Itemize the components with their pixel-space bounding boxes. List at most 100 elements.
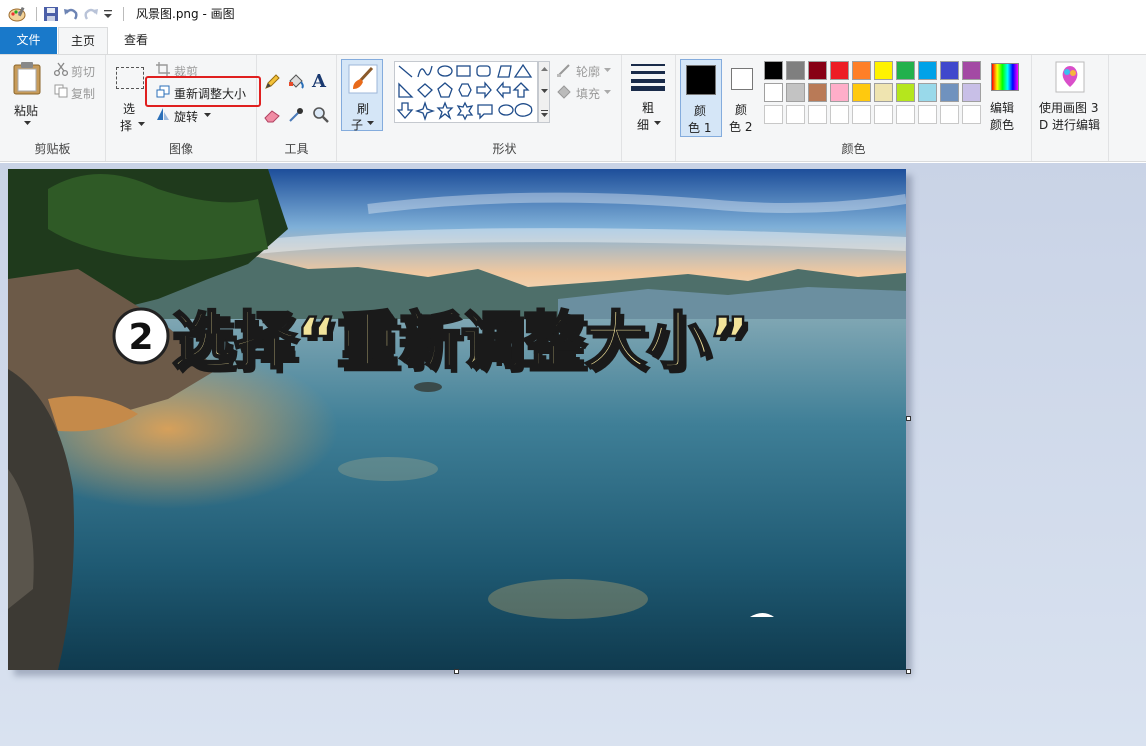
- select-button[interactable]: 选 择: [112, 61, 148, 133]
- shapes-gallery[interactable]: [394, 61, 538, 123]
- color-palette: [764, 61, 984, 127]
- color-swatch[interactable]: [918, 61, 937, 80]
- color-swatch[interactable]: [940, 105, 959, 124]
- copy-icon: [54, 84, 68, 98]
- clipboard-group-label: 剪贴板: [34, 142, 71, 156]
- color-swatch[interactable]: [808, 105, 827, 124]
- tools-group-label: 工具: [284, 142, 309, 156]
- tab-home[interactable]: 主页: [58, 27, 108, 55]
- separator: [36, 6, 37, 21]
- edit-with-paint3d-button[interactable]: 使用画图 3 D 进行编辑: [1034, 59, 1106, 133]
- copy-button[interactable]: 复制: [71, 85, 95, 102]
- image-group-label: 图像: [168, 142, 193, 156]
- color-swatch[interactable]: [764, 61, 783, 80]
- fill-bucket-icon[interactable]: [287, 73, 305, 91]
- landscape-image[interactable]: 2 选择“重新调整大小” 选择“重新调整大小”: [8, 169, 906, 670]
- tab-file[interactable]: 文件: [0, 27, 57, 54]
- fill-icon: [557, 85, 571, 99]
- tools-group: A 工具: [257, 55, 337, 161]
- select-label-line2: 择: [120, 119, 133, 133]
- color-swatch[interactable]: [786, 105, 805, 124]
- chevron-down-icon: [604, 90, 611, 94]
- color1-label-line2: 色 1: [688, 121, 712, 135]
- save-icon[interactable]: [43, 4, 59, 24]
- cut-button[interactable]: 剪切: [71, 63, 95, 80]
- color-swatch[interactable]: [764, 83, 783, 102]
- brushes-button[interactable]: 刷 子: [341, 59, 383, 132]
- color2-label-line2: 色 2: [729, 120, 753, 134]
- selection-icon: [116, 67, 144, 89]
- color2-label-line1: 颜: [735, 103, 748, 117]
- color-wheel-icon: [991, 63, 1019, 91]
- canvas-area[interactable]: 2 选择“重新调整大小” 选择“重新调整大小”: [0, 163, 1146, 746]
- resize-handle-bottom[interactable]: [454, 669, 459, 674]
- paint-app-icon[interactable]: [8, 4, 26, 24]
- resize-handle-corner[interactable]: [906, 669, 911, 674]
- magnifier-icon[interactable]: [312, 106, 330, 124]
- paste-label: 粘贴: [14, 104, 39, 118]
- ribbon-tabs: 文件 主页 查看: [0, 27, 1146, 55]
- customize-quick-access-icon[interactable]: [103, 4, 113, 24]
- edit-colors-label-line2: 颜色: [990, 118, 1015, 132]
- instruction-text: 选择“重新调整大小”: [172, 304, 750, 377]
- color1-swatch: [686, 65, 716, 95]
- resize-handle-right[interactable]: [906, 416, 911, 421]
- color-swatch[interactable]: [852, 61, 871, 80]
- color-swatch[interactable]: [764, 105, 783, 124]
- color-swatch[interactable]: [940, 83, 959, 102]
- rotate-icon: [157, 108, 169, 120]
- title-bar: 风景图.png - 画图: [0, 0, 1146, 27]
- instruction-overlay: 2 选择“重新调整大小” 选择“重新调整大小”: [112, 303, 755, 382]
- color-swatch[interactable]: [830, 83, 849, 102]
- color-swatch[interactable]: [852, 105, 871, 124]
- chevron-down-icon: [138, 122, 145, 126]
- size-button[interactable]: 粗 细: [626, 59, 672, 133]
- tab-view[interactable]: 查看: [112, 27, 160, 54]
- color-swatch[interactable]: [962, 105, 981, 124]
- redo-icon[interactable]: [83, 4, 99, 24]
- chevron-down-icon: [604, 68, 611, 72]
- color-swatch[interactable]: [962, 61, 981, 80]
- size-label-line1: 粗: [642, 101, 655, 115]
- undo-icon[interactable]: [63, 4, 79, 24]
- color1-label-line1: 颜: [694, 104, 707, 118]
- rotate-button[interactable]: 旋转: [174, 108, 198, 125]
- color-swatch[interactable]: [874, 83, 893, 102]
- color-swatch[interactable]: [874, 61, 893, 80]
- color1-button[interactable]: 颜 色 1: [680, 59, 722, 137]
- shapes-scrollbar[interactable]: [538, 61, 550, 123]
- color-swatch[interactable]: [786, 61, 805, 80]
- color-swatch[interactable]: [786, 83, 805, 102]
- text-tool-icon[interactable]: A: [312, 71, 326, 92]
- brushes-label-line1: 刷: [357, 102, 370, 116]
- outline-button[interactable]: 轮廓: [576, 63, 600, 80]
- chevron-up-icon: [541, 67, 548, 71]
- fill-button[interactable]: 填充: [576, 85, 600, 102]
- clipboard-icon: [13, 62, 41, 95]
- color-swatch[interactable]: [962, 83, 981, 102]
- color-swatch[interactable]: [940, 61, 959, 80]
- size-group: 粗 细: [622, 55, 676, 161]
- color2-swatch: [731, 68, 753, 90]
- color-swatch[interactable]: [830, 61, 849, 80]
- color2-button[interactable]: 颜 色 2: [726, 59, 768, 137]
- color-swatch[interactable]: [918, 83, 937, 102]
- eraser-icon[interactable]: [263, 107, 281, 123]
- color-picker-icon[interactable]: [287, 106, 305, 124]
- color-swatch[interactable]: [852, 83, 871, 102]
- color-swatch[interactable]: [830, 105, 849, 124]
- color-swatch[interactable]: [918, 105, 937, 124]
- color-swatch[interactable]: [896, 83, 915, 102]
- pencil-icon[interactable]: [263, 73, 281, 91]
- edit-colors-button[interactable]: 编辑 颜色: [986, 59, 1026, 133]
- outline-icon: [557, 64, 570, 77]
- color-swatch[interactable]: [808, 83, 827, 102]
- color-swatch[interactable]: [874, 105, 893, 124]
- paste-button[interactable]: 粘贴: [6, 59, 48, 133]
- color-swatch[interactable]: [896, 105, 915, 124]
- chevron-down-icon: [204, 113, 211, 117]
- scissors-icon: [54, 62, 68, 76]
- color-swatch[interactable]: [808, 61, 827, 80]
- chevron-down-icon: [654, 121, 661, 125]
- color-swatch[interactable]: [896, 61, 915, 80]
